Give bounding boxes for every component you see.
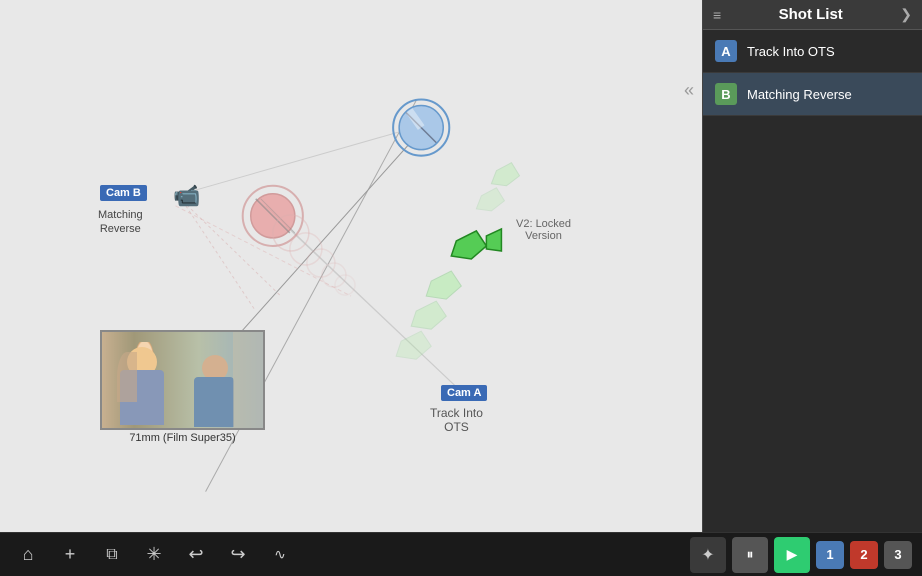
cam-b-label-box: Cam B: [100, 185, 147, 201]
shot-label-a: A: [715, 40, 737, 62]
snowflake-icon: ✳: [146, 544, 161, 565]
puzzle-button[interactable]: ✦: [690, 537, 726, 573]
num2-label: 2: [860, 547, 867, 562]
play-button[interactable]: ▶: [774, 537, 810, 573]
home-button[interactable]: ⌂: [10, 537, 46, 573]
shot-label-b: B: [715, 83, 737, 105]
gesture-icon: ∿: [274, 546, 286, 563]
pause-icon: ⏸: [747, 546, 754, 563]
shot-name-b: Matching Reverse: [747, 87, 852, 102]
undo-icon: ↩: [188, 544, 203, 565]
redo-button[interactable]: ↪: [220, 537, 256, 573]
gesture-button[interactable]: ∿: [262, 537, 298, 573]
cam-a-label-box: Cam A: [441, 385, 487, 401]
cam-a-sub-label: Track IntoOTS: [430, 406, 483, 434]
redo-icon: ↪: [230, 544, 245, 565]
play-icon: ▶: [787, 546, 798, 563]
panel-arrow[interactable]: ❯: [900, 6, 912, 23]
num3-label: 3: [894, 547, 901, 562]
pause-button[interactable]: ⏸: [732, 537, 768, 573]
layers-button[interactable]: ⧉: [94, 537, 130, 573]
canvas-area: 📹 Cam B MatchingReverse Cam A Track Into…: [0, 0, 702, 532]
shot-item-b[interactable]: B Matching Reverse: [703, 73, 922, 116]
shot-list: A Track Into OTS B Matching Reverse: [703, 30, 922, 532]
num1-button[interactable]: 1: [816, 541, 844, 569]
cam-thumbnail[interactable]: [100, 330, 265, 430]
right-panel: ≡ Shot List ❯ A Track Into OTS B Matchin…: [702, 0, 922, 532]
num2-button[interactable]: 2: [850, 541, 878, 569]
panel-title: Shot List: [729, 6, 892, 23]
layers-icon: ⧉: [106, 546, 117, 564]
panel-header: ≡ Shot List ❯: [703, 0, 922, 30]
undo-button[interactable]: ↩: [178, 537, 214, 573]
cam-a-label-text: Cam A: [447, 387, 481, 399]
num1-label: 1: [826, 547, 833, 562]
cam-b-sub-label: MatchingReverse: [98, 208, 143, 237]
collapse-chevron[interactable]: «: [684, 80, 694, 101]
panel-icon: ≡: [713, 7, 721, 23]
bottom-toolbar: ⌂ + ⧉ ✳ ↩ ↪ ∿ ✦ ⏸ ▶ 1 2 3: [0, 532, 922, 576]
puzzle-icon: ✦: [701, 545, 714, 565]
num3-button[interactable]: 3: [884, 541, 912, 569]
v2-label: V2: LockedVersion: [516, 218, 571, 242]
shot-item-a[interactable]: A Track Into OTS: [703, 30, 922, 73]
thumbnail-label: 71mm (Film Super35): [100, 432, 265, 532]
shot-name-a: Track Into OTS: [747, 44, 835, 59]
add-button[interactable]: +: [52, 537, 88, 573]
add-icon: +: [65, 544, 76, 565]
cam-b-label-text: Cam B: [106, 187, 141, 199]
cam-b-camera-icon[interactable]: 📹: [173, 183, 200, 209]
home-icon: ⌂: [23, 544, 34, 565]
snowflake-button[interactable]: ✳: [136, 537, 172, 573]
